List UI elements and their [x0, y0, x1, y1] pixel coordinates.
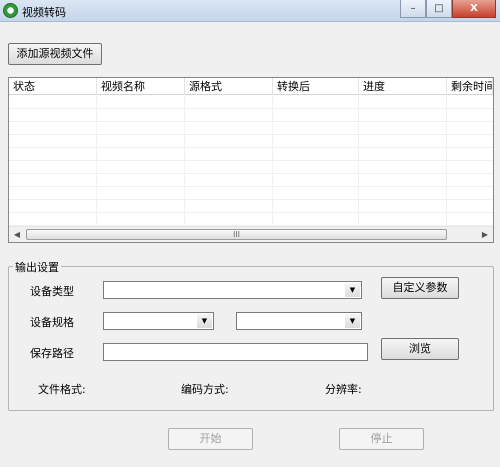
- list-row: [9, 187, 493, 200]
- stop-button[interactable]: 停止: [339, 428, 424, 450]
- encoding-label: 编码方式:: [181, 383, 229, 396]
- scroll-right-arrow-icon[interactable]: ▶: [477, 227, 493, 242]
- list-row: [9, 96, 493, 109]
- column-progress[interactable]: 进度: [359, 78, 447, 95]
- title-bar[interactable]: 视频转码 – □ X: [0, 0, 500, 22]
- list-row: [9, 174, 493, 187]
- device-spec-label: 设备规格: [30, 316, 74, 329]
- output-settings-legend: 输出设置: [13, 259, 61, 275]
- list-row: [9, 148, 493, 161]
- video-list[interactable]: 状态 视频名称 源格式 转换后 进度 剩余时间 ◀ III ▶: [8, 77, 494, 243]
- save-path-input[interactable]: [103, 343, 368, 361]
- list-rows: [9, 96, 493, 227]
- list-row: [9, 109, 493, 122]
- device-spec-select-b[interactable]: ▼: [236, 312, 362, 330]
- scroll-thumb[interactable]: III: [26, 229, 447, 240]
- video-transcode-window: 视频转码 – □ X 添加源视频文件 状态 视频名称 源格式 转换后 进度 剩余…: [0, 0, 500, 467]
- column-status[interactable]: 状态: [9, 78, 97, 95]
- app-icon: [3, 3, 18, 18]
- file-format-label: 文件格式:: [38, 383, 86, 396]
- column-converted[interactable]: 转换后: [273, 78, 359, 95]
- custom-params-button[interactable]: 自定义参数: [381, 277, 459, 299]
- minimize-button[interactable]: –: [400, 0, 426, 18]
- chevron-down-icon[interactable]: ▼: [197, 314, 212, 328]
- list-header: 状态 视频名称 源格式 转换后 进度 剩余时间: [9, 78, 493, 95]
- browse-button[interactable]: 浏览: [381, 338, 459, 360]
- column-source-format[interactable]: 源格式: [185, 78, 273, 95]
- device-type-label: 设备类型: [30, 285, 74, 298]
- add-source-video-button[interactable]: 添加源视频文件: [8, 43, 102, 65]
- column-video-name[interactable]: 视频名称: [97, 78, 185, 95]
- scroll-left-arrow-icon[interactable]: ◀: [9, 227, 25, 242]
- list-row: [9, 213, 493, 226]
- chevron-down-icon[interactable]: ▼: [345, 283, 360, 297]
- horizontal-scrollbar[interactable]: ◀ III ▶: [9, 226, 493, 242]
- start-button[interactable]: 开始: [168, 428, 253, 450]
- device-spec-select-a[interactable]: ▼: [103, 312, 214, 330]
- output-settings-group: 输出设置 设备类型 ▼ 自定义参数 设备规格 ▼ ▼ 保存路径 浏览 文件格式:…: [8, 259, 494, 411]
- save-path-label: 保存路径: [30, 347, 74, 360]
- resolution-label: 分辨率:: [325, 383, 362, 396]
- window-title: 视频转码: [22, 6, 66, 19]
- list-row: [9, 161, 493, 174]
- device-type-select[interactable]: ▼: [103, 281, 362, 299]
- list-row: [9, 200, 493, 213]
- list-row: [9, 135, 493, 148]
- close-button[interactable]: X: [452, 0, 496, 18]
- column-remaining-time[interactable]: 剩余时间: [447, 78, 493, 95]
- maximize-button[interactable]: □: [426, 0, 452, 18]
- list-row: [9, 122, 493, 135]
- chevron-down-icon[interactable]: ▼: [345, 314, 360, 328]
